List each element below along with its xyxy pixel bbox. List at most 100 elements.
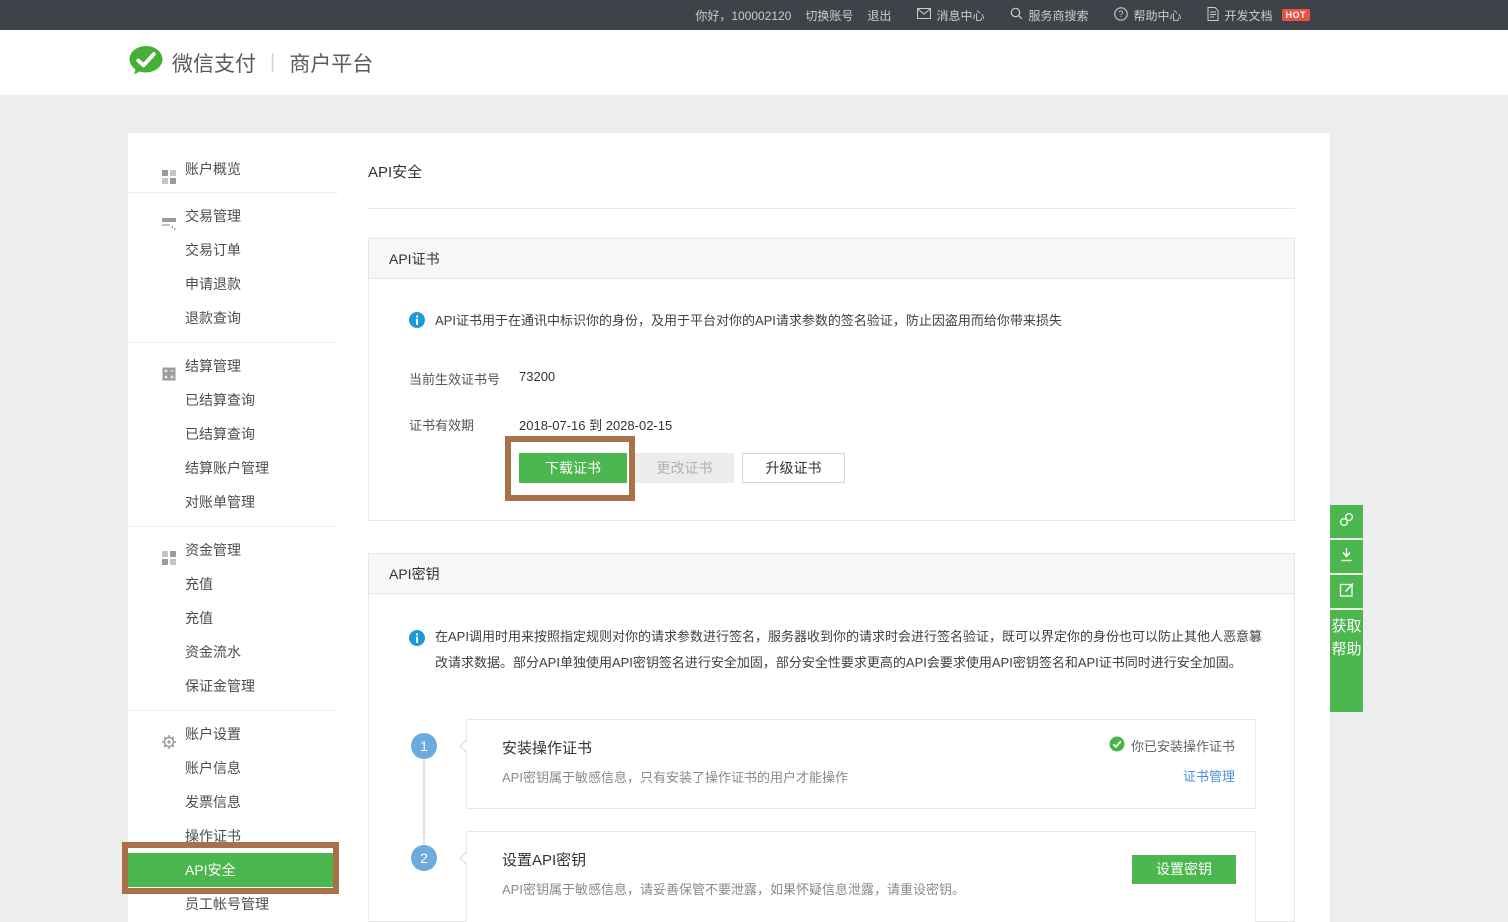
main-panel: API安全 API证书 API证书用于在通讯中标识你的身份，及用于平台对你的AP…	[338, 133, 1330, 922]
feedback-button[interactable]	[1330, 575, 1363, 608]
sidebar-item-label: 账户设置	[185, 726, 241, 742]
sidebar-item-label: 对账单管理	[185, 494, 255, 510]
api-key-section: API密钥 在API调用时用来按照指定规则对你的请求参数进行签名，服务器收到你的…	[368, 553, 1295, 922]
calculator-icon	[162, 359, 176, 373]
gear-icon	[162, 727, 176, 741]
upgrade-cert-button[interactable]: 升级证书	[742, 453, 845, 483]
sidebar-item-account-settings[interactable]: 账户设置	[128, 717, 338, 751]
download-button[interactable]	[1330, 540, 1363, 573]
sidebar-item-account-info[interactable]: 账户信息	[128, 751, 338, 785]
topbar: 你好，100002120 切换账号 退出 消息中心 服务商搜索 ? 帮助中心 开…	[0, 0, 1508, 30]
change-cert-button: 更改证书	[635, 453, 734, 483]
sidebar-item-settled-query-2[interactable]: 已结算查询	[128, 417, 338, 451]
step-2-badge: 2	[411, 845, 437, 871]
sidebar-item-fund-flow[interactable]: 资金流水	[128, 635, 338, 669]
sidebar-item-settlement-mgmt[interactable]: 结算管理	[128, 349, 338, 383]
sidebar-group-settings: 账户设置 账户信息 发票信息 操作证书 API安全 员工帐号管理	[128, 711, 338, 922]
sidebar-item-staff-account-mgmt[interactable]: 员工帐号管理	[128, 887, 338, 921]
sidebar-item-deposit-mgmt[interactable]: 保证金管理	[128, 669, 338, 703]
set-key-button[interactable]: 设置密钥	[1132, 855, 1236, 884]
step-notch	[459, 851, 467, 865]
greeting-text: 你好，100002120	[695, 7, 791, 24]
sidebar-item-label: 交易管理	[185, 208, 241, 224]
wechat-pay-logo-icon	[128, 45, 164, 81]
sidebar-item-transaction-mgmt[interactable]: 交易管理	[128, 199, 338, 233]
sidebar-item-label: 员工帐号管理	[185, 896, 269, 912]
sidebar-item-recharge-2[interactable]: 充值	[128, 601, 338, 635]
link-button[interactable]	[1330, 505, 1363, 538]
cert-number-label: 当前生效证书号	[409, 372, 500, 387]
sp-search-link[interactable]: 服务商搜索	[1010, 7, 1088, 24]
api-cert-info-text: API证书用于在通讯中标识你的身份，及用于平台对你的API请求参数的签名验证，防…	[435, 312, 1062, 329]
step-1-status-text: 你已安装操作证书	[1131, 736, 1235, 755]
step-connector	[423, 759, 425, 845]
step-1-status: 你已安装操作证书	[1109, 736, 1235, 755]
sidebar-item-label: 结算管理	[185, 358, 241, 374]
svg-text:?: ?	[1119, 9, 1124, 19]
switch-account-link[interactable]: 切换账号	[805, 7, 853, 24]
brand-logo[interactable]: 微信支付 | 商户平台	[128, 45, 373, 81]
sidebar-item-recharge-1[interactable]: 充值	[128, 567, 338, 601]
search-icon	[1010, 7, 1023, 23]
sidebar-item-refund-query[interactable]: 退款查询	[128, 301, 338, 335]
cert-validity-value: 2018-07-16 到 2028-02-15	[519, 415, 672, 434]
header: 微信支付 | 商户平台	[0, 30, 1508, 95]
sidebar-item-label: 充值	[185, 610, 213, 626]
download-icon	[1337, 545, 1356, 569]
sidebar-item-account-overview[interactable]: 账户概览	[128, 152, 338, 186]
logout-link[interactable]: 退出	[867, 7, 891, 24]
message-center-link[interactable]: 消息中心	[917, 7, 984, 24]
cert-manage-link[interactable]: 证书管理	[1183, 766, 1235, 785]
api-cert-section-title: API证书	[369, 239, 1294, 279]
api-cert-section: API证书 API证书用于在通讯中标识你的身份，及用于平台对你的API请求参数的…	[368, 238, 1295, 521]
doc-icon	[1207, 7, 1219, 24]
sidebar-item-operation-cert[interactable]: 操作证书	[128, 819, 338, 853]
sidebar-group-transaction: 交易管理 交易订单 申请退款 退款查询	[128, 193, 338, 343]
sidebar-item-statement-mgmt[interactable]: 对账单管理	[128, 485, 338, 519]
step-notch	[459, 739, 467, 753]
sidebar-item-settled-query-1[interactable]: 已结算查询	[128, 383, 338, 417]
sp-search-label: 服务商搜索	[1028, 7, 1088, 24]
sidebar-item-apply-refund[interactable]: 申请退款	[128, 267, 338, 301]
sidebar-item-api-security[interactable]: API安全	[128, 853, 338, 887]
info-icon	[409, 629, 425, 655]
help-icon: ?	[1114, 7, 1128, 24]
api-key-info-text: 在API调用时用来按照指定规则对你的请求参数进行签名，服务器收到你的请求时会进行…	[435, 624, 1269, 676]
dev-docs-link[interactable]: 开发文档 HOT	[1207, 7, 1310, 24]
sidebar: 账户概览 交易管理 交易订单 申请退款 退款查询 结算管理 已结算查询 已结算查…	[128, 133, 338, 922]
sidebar-item-invoice-info[interactable]: 发票信息	[128, 785, 338, 819]
check-circle-icon	[1109, 736, 1125, 755]
sidebar-item-label: 退款查询	[185, 310, 241, 326]
cert-number-row: 当前生效证书号 73200	[409, 369, 909, 388]
sidebar-item-label: 充值	[185, 576, 213, 592]
sidebar-item-label: 申请退款	[185, 276, 241, 292]
step-set-key-card: 设置API密钥 API密钥属于敏感信息，请妥善保管不要泄露，如果怀疑信息泄露，请…	[466, 831, 1256, 922]
sidebar-item-label: API安全	[185, 862, 236, 878]
cert-validity-label: 证书有效期	[409, 418, 474, 433]
grid-icon	[162, 162, 176, 176]
message-center-label: 消息中心	[936, 7, 984, 24]
hot-badge: HOT	[1282, 9, 1311, 21]
brand-name: 微信支付	[172, 48, 256, 78]
mail-icon	[917, 8, 931, 22]
topbar-greeting: 你好，100002120	[695, 7, 791, 24]
cert-buttons: 下载证书 更改证书 升级证书	[519, 453, 845, 483]
link-icon	[1337, 510, 1356, 534]
sidebar-item-label: 操作证书	[185, 828, 241, 844]
page-title: API安全	[368, 161, 422, 182]
help-center-link[interactable]: ? 帮助中心	[1114, 7, 1181, 24]
download-cert-button[interactable]: 下载证书	[519, 453, 627, 483]
sidebar-item-funds-mgmt[interactable]: 资金管理	[128, 533, 338, 567]
get-help-button[interactable]: 获取帮助	[1330, 610, 1363, 712]
sidebar-item-label: 结算账户管理	[185, 460, 269, 476]
sidebar-item-label: 账户概览	[185, 161, 241, 177]
sidebar-item-settlement-account[interactable]: 结算账户管理	[128, 451, 338, 485]
info-icon	[409, 312, 425, 332]
content-wrapper: 账户概览 交易管理 交易订单 申请退款 退款查询 结算管理 已结算查询 已结算查…	[128, 133, 1330, 922]
grid-icon	[162, 543, 176, 557]
api-key-section-title: API密钥	[369, 554, 1294, 594]
step-2-desc: API密钥属于敏感信息，请妥善保管不要泄露，如果怀疑信息泄露，请重设密钥。	[502, 879, 965, 898]
sidebar-item-trade-orders[interactable]: 交易订单	[128, 233, 338, 267]
sidebar-item-label: 已结算查询	[185, 426, 255, 442]
api-key-info: 在API调用时用来按照指定规则对你的请求参数进行签名，服务器收到你的请求时会进行…	[409, 624, 1269, 676]
